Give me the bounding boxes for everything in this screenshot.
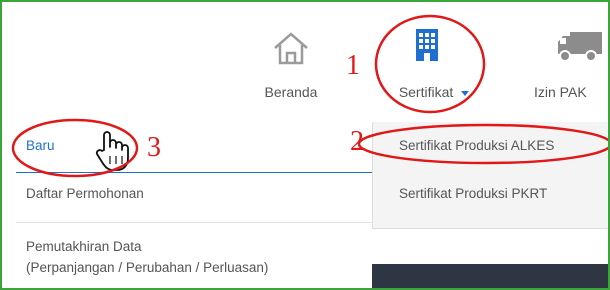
annotation-ellipse-2 <box>357 123 608 165</box>
screenshot-frame: Beranda Sertifikat Izin PAK Baru Daftar … <box>0 0 610 290</box>
annotation-number-2: 2 <box>350 126 364 157</box>
annotation-ellipse-1 <box>374 14 486 114</box>
annotation-number-1: 1 <box>346 50 360 81</box>
annotation-layer <box>11 14 608 178</box>
annotation-ellipse-3 <box>11 118 139 178</box>
annotation-number-3: 3 <box>147 132 161 163</box>
